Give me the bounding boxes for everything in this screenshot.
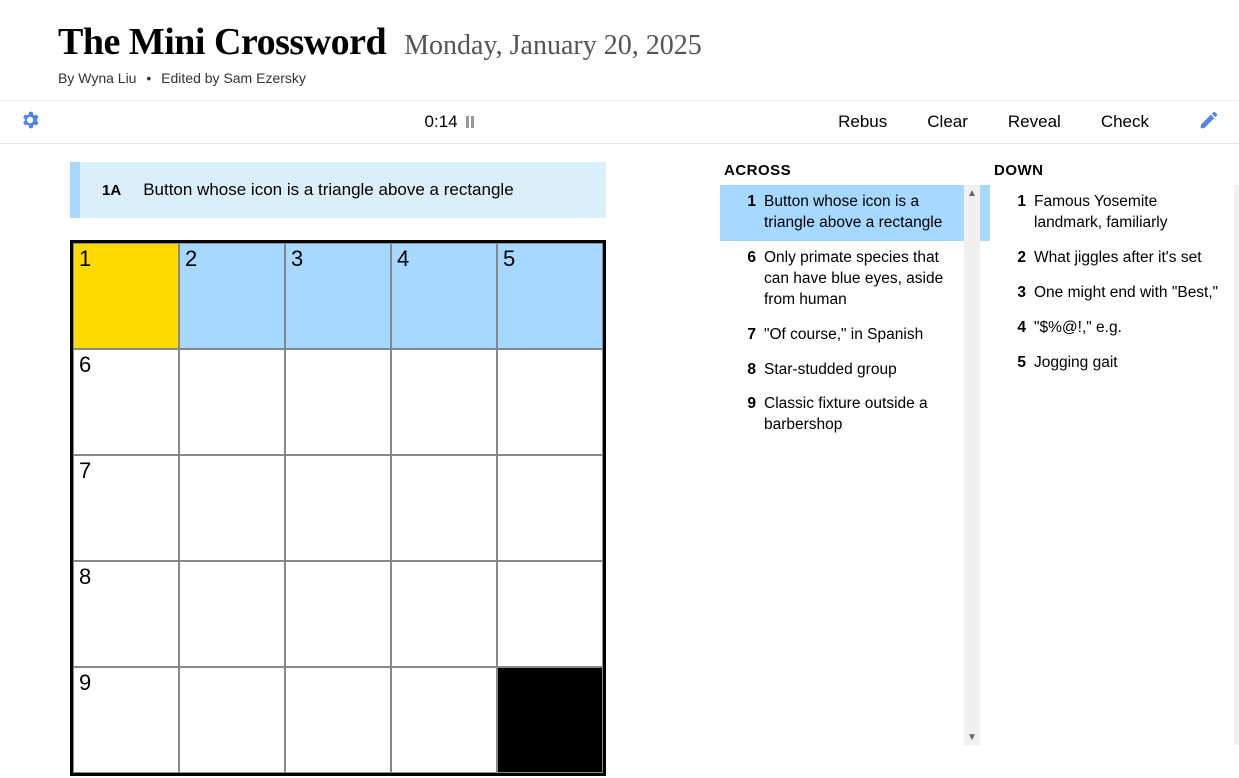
clue-number: 2 [990,248,1026,269]
down-heading: DOWN [990,162,1239,185]
clue-item[interactable]: 1Famous Yosemite landmark, familiarly [980,185,1234,241]
page-title: The Mini Crossword [58,20,386,64]
clue-item[interactable]: 9Classic fixture outside a barbershop [720,387,964,443]
clue-text: Star-studded group [764,360,954,381]
grid-cell[interactable] [285,667,391,773]
active-clue-banner[interactable]: 1A Button whose icon is a triangle above… [70,162,606,218]
clue-item[interactable]: 2 What jiggles after it's set [990,241,1234,276]
grid-cell[interactable] [179,667,285,773]
cell-number: 3 [291,246,303,272]
clue-text: Only primate species that can have blue … [764,248,954,311]
byline: By Wyna Liu • Edited by Sam Ezersky [58,70,1239,86]
clue-text: Classic fixture outside a barbershop [764,394,954,436]
clue-number: 7 [720,325,756,346]
clue-number: 1 [990,192,1026,234]
across-list[interactable]: ▲ ▼ 1Button whose icon is a triangle abo… [720,185,980,745]
grid-cell[interactable] [285,455,391,561]
grid-cell[interactable] [391,349,497,455]
author: Wyna Liu [78,70,136,86]
clue-text: Jogging gait [1034,353,1224,374]
cell-number: 4 [397,246,409,272]
clue-text: One might end with "Best," [1034,283,1224,304]
scroll-up-icon[interactable]: ▲ [1234,185,1239,201]
grid-cell[interactable] [179,561,285,667]
clue-number: 9 [720,394,756,436]
grid-cell [497,667,603,773]
clue-text: What jiggles after it's set [1034,248,1224,269]
grid-cell[interactable]: 2 [179,243,285,349]
puzzle-date: Monday, January 20, 2025 [404,30,702,62]
clue-text: Button whose icon is a triangle above a … [764,192,954,234]
header: The Mini Crossword Monday, January 20, 2… [0,0,1239,100]
editor: Sam Ezersky [223,70,305,86]
grid-cell[interactable] [497,349,603,455]
clue-item[interactable]: 3 One might end with "Best," [990,276,1234,311]
down-list[interactable]: ▲ ▼ 1Famous Yosemite landmark, familiarl… [990,185,1239,745]
clue-number: 5 [990,353,1026,374]
grid-cell[interactable]: 6 [73,349,179,455]
clear-button[interactable]: Clear [927,112,968,132]
active-clue-label: 1A [102,182,121,199]
clue-item[interactable]: 1Button whose icon is a triangle above a… [720,185,964,241]
scroll-up-icon[interactable]: ▲ [964,185,980,201]
cell-number: 2 [185,246,197,272]
cell-number: 1 [79,246,91,272]
grid-cell[interactable] [285,561,391,667]
clue-item[interactable]: 5 Jogging gait [990,346,1234,381]
grid-cell[interactable] [179,455,285,561]
crossword-grid[interactable]: 1 2 3 4 5 6 7 8 9 [70,240,606,776]
clue-item[interactable]: 7 "Of course," in Spanish [720,318,964,353]
scroll-down-icon[interactable]: ▼ [964,729,980,745]
grid-cell[interactable] [391,667,497,773]
clue-item[interactable]: 4 "$%@!," e.g. [990,311,1234,346]
grid-cell[interactable]: 8 [73,561,179,667]
grid-cell[interactable]: 9 [73,667,179,773]
main: 1A Button whose icon is a triangle above… [0,144,1239,776]
pause-icon[interactable] [466,116,474,128]
settings-icon[interactable] [19,109,41,136]
cell-number: 6 [79,352,91,378]
grid-cell[interactable] [497,455,603,561]
scroll-down-icon[interactable]: ▼ [1234,729,1239,745]
cell-number: 7 [79,458,91,484]
grid-cell[interactable]: 3 [285,243,391,349]
across-heading: ACROSS [720,162,980,185]
clue-item[interactable]: 6Only primate species that can have blue… [720,241,964,318]
grid-cell[interactable] [391,561,497,667]
clue-number: 3 [990,283,1026,304]
clue-number: 1 [720,192,756,234]
active-clue-text: Button whose icon is a triangle above a … [143,180,513,200]
cell-number: 5 [503,246,515,272]
clue-number: 8 [720,360,756,381]
cell-number: 8 [79,564,91,590]
clue-text: "Of course," in Spanish [764,325,954,346]
timer: 0:14 [425,112,458,132]
grid-cell[interactable] [285,349,391,455]
clue-number: 6 [720,248,756,311]
pencil-icon[interactable] [1198,109,1220,136]
grid-cell[interactable]: 5 [497,243,603,349]
grid-cell[interactable] [179,349,285,455]
cell-number: 9 [79,670,91,696]
toolbar: 0:14 Rebus Clear Reveal Check [0,100,1239,144]
clue-text: Famous Yosemite landmark, familiarly [1034,192,1224,234]
rebus-button[interactable]: Rebus [838,112,887,132]
grid-cell[interactable] [497,561,603,667]
grid-cell[interactable]: 4 [391,243,497,349]
grid-cell[interactable]: 1 [73,243,179,349]
clue-text: "$%@!," e.g. [1034,318,1224,339]
clue-item[interactable]: 8 Star-studded group [720,353,964,388]
check-button[interactable]: Check [1101,112,1149,132]
grid-cell[interactable] [391,455,497,561]
clue-number: 4 [990,318,1026,339]
reveal-button[interactable]: Reveal [1008,112,1061,132]
grid-cell[interactable]: 7 [73,455,179,561]
